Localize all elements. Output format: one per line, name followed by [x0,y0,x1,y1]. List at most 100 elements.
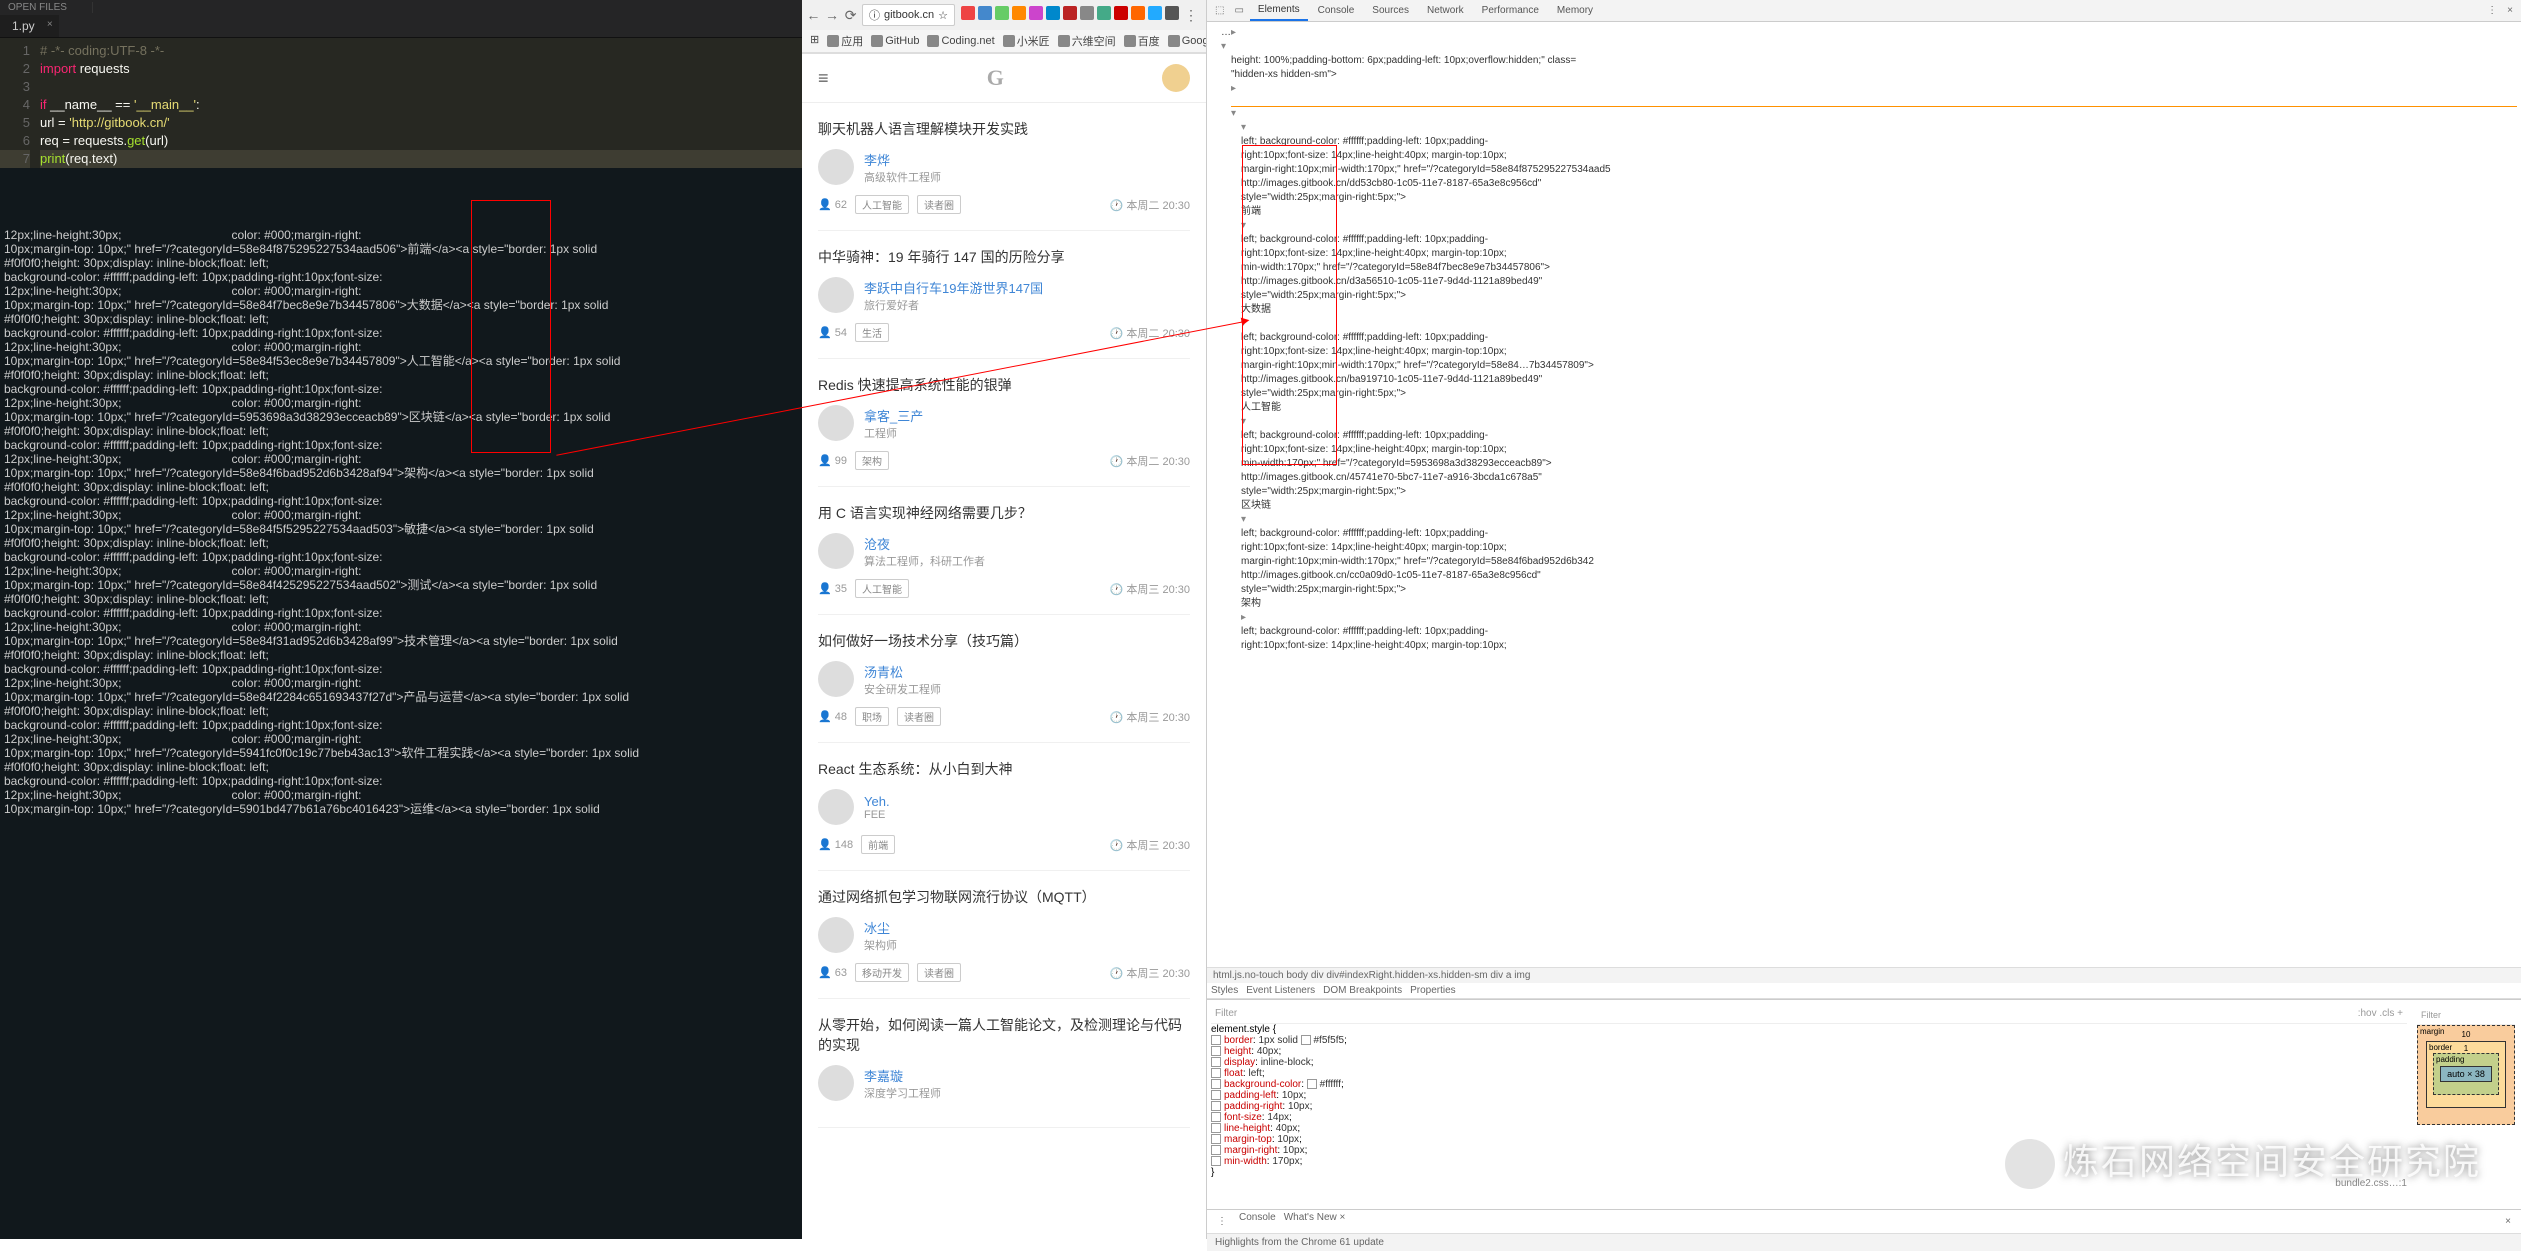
tab-memory[interactable]: Memory [1549,1,1601,20]
article-card[interactable]: 从零开始，如何阅读一篇人工智能论文，及检测理论与代码的实现李嘉璇深度学习工程师 [818,999,1190,1128]
filter-label[interactable]: Filter [1215,1008,1237,1019]
bookmark-star-icon[interactable]: ☆ [938,9,948,22]
article-card[interactable]: React 生态系统：从小白到大神Yeh.FEE👤 148前端🕐 本周三 20:… [818,743,1190,871]
dom-node-line[interactable]: right:10px;font-size: 14px;line-height:4… [1211,149,2517,163]
device-icon[interactable]: ▭ [1230,1,1247,20]
css-rule[interactable]: padding-right: 10px; [1211,1101,2407,1112]
category-tag[interactable]: 职场 [855,707,889,726]
css-rule[interactable]: float: left; [1211,1068,2407,1079]
bookmark-item[interactable]: GitHub [871,33,919,49]
author-avatar[interactable] [818,533,854,569]
author-name[interactable]: 沧夜 [864,534,985,553]
article-card[interactable]: 聊天机器人语言理解模块开发实践李烨高级软件工程师👤 62人工智能读者圈🕐 本周二… [818,103,1190,231]
filter-actions[interactable]: :hov .cls + [2358,1008,2403,1019]
css-rule[interactable]: display: inline-block; [1211,1057,2407,1068]
author-avatar[interactable] [818,661,854,697]
bookmark-item[interactable]: 六维空间 [1058,33,1116,49]
ext-icon[interactable] [1114,6,1128,20]
css-rule[interactable]: margin-top: 10px; [1211,1134,2407,1145]
dom-node-line[interactable]: style="width:25px;margin-right:5px;"> [1211,191,2517,205]
dom-node-line[interactable]: style="width:25px;margin-right:5px;"> [1211,583,2517,597]
dom-node-line[interactable]: min-width:170px;" href="/?categoryId=58e… [1211,261,2517,275]
css-rule[interactable]: font-size: 14px; [1211,1112,2407,1123]
dom-node-line[interactable]: http://images.gitbook.cn/cc0a09d0-1c05-1… [1211,569,2517,583]
dom-node-line[interactable]: ▸ [1211,82,2517,96]
ext-icon[interactable] [961,6,975,20]
dom-breakpoints-tab[interactable]: DOM Breakpoints [1323,985,1402,996]
dom-node-line[interactable]: 人工智能 [1211,401,2517,415]
author-name[interactable]: 冰尘 [864,918,897,937]
styles-tab[interactable]: Styles [1211,985,1238,996]
dom-node-line[interactable]: style="width:25px;margin-right:5px;"> [1211,485,2517,499]
ext-icon[interactable] [1012,6,1026,20]
box-model[interactable]: Filter margin 10 border 1 padding auto ×… [2411,1000,2521,1209]
ext-icon[interactable] [1165,6,1179,20]
ext-icon[interactable] [1080,6,1094,20]
css-rule[interactable]: padding-left: 10px; [1211,1090,2407,1101]
author-avatar[interactable] [818,917,854,953]
extra-tag[interactable]: 读者圈 [897,707,941,726]
dom-node-line[interactable]: margin-right:10px;min-width:170px;" href… [1211,359,2517,373]
extra-tag[interactable]: 读者圈 [917,963,961,982]
dom-node-line[interactable]: style="width:25px;margin-right:5px;"> [1211,387,2517,401]
author-avatar[interactable] [818,277,854,313]
dom-node-line[interactable]: min-width:170px;" href="/?categoryId=595… [1211,457,2517,471]
gitbook-logo[interactable]: G [987,65,1004,91]
article-card[interactable]: 用 C 语言实现神经网络需要几步？沧夜算法工程师，科研工作者👤 35人工智能🕐 … [818,487,1190,615]
dom-node-line[interactable]: ▸ [1211,611,2517,625]
tab-performance[interactable]: Performance [1474,1,1547,20]
inspect-icon[interactable]: ⬚ [1211,1,1228,20]
dom-node-line[interactable]: right:10px;font-size: 14px;line-height:4… [1211,639,2517,653]
code-body[interactable]: # -*- coding:UTF-8 -*- import requests i… [40,38,802,168]
css-rule[interactable]: background-color: #ffffff; [1211,1079,2407,1090]
article-card[interactable]: 中华骑神：19 年骑行 147 国的历险分享李跃中自行车19年游世界147国旅行… [818,231,1190,359]
css-rule[interactable]: min-width: 170px; [1211,1156,2407,1167]
category-tag[interactable]: 生活 [855,323,889,342]
bookmark-item[interactable]: Coding.net [927,33,994,49]
tab-network[interactable]: Network [1419,1,1472,20]
author-name[interactable]: 李跃中自行车19年游世界147国 [864,278,1043,297]
css-rule[interactable]: border: 1px solid #f5f5f5; [1211,1035,2407,1046]
dom-node-line[interactable]: http://images.gitbook.cn/d3a56510-1c05-1… [1211,275,2517,289]
ext-icon[interactable] [978,6,992,20]
bookmark-item[interactable]: 应用 [827,33,863,49]
dom-node-line[interactable]: 前端 [1211,205,2517,219]
nav-forward-icon[interactable]: → [825,6,840,24]
elements-tree[interactable]: ▸… ▾height: 100%;padding-bottom: 6px;pad… [1207,22,2521,967]
article-card[interactable]: Redis 快速提高系统性能的银弹拿客_三产工程师👤 99架构🕐 本周二 20:… [818,359,1190,487]
address-bar[interactable]: ⓘ gitbook.cn ☆ [862,4,955,26]
dom-node-line[interactable]: left; background-color: #ffffff;padding-… [1211,331,2517,345]
category-tag[interactable]: 人工智能 [855,579,909,598]
ext-icon[interactable] [1148,6,1162,20]
css-rule[interactable]: margin-right: 10px; [1211,1145,2407,1156]
close-icon[interactable]: × [47,19,53,30]
dom-node-line[interactable]: ▾ [1211,415,2517,429]
dom-node-line[interactable]: margin-right:10px;min-width:170px;" href… [1211,555,2517,569]
nav-reload-icon[interactable]: ⟳ [843,6,858,24]
dom-node-line[interactable]: 区块链 [1211,499,2517,513]
tab-elements[interactable]: Elements [1250,0,1308,21]
dom-node-line[interactable]: http://images.gitbook.cn/45741e70-5bc7-1… [1211,471,2517,485]
dom-node-line[interactable]: http://images.gitbook.cn/dd53cb80-1c05-1… [1211,177,2517,191]
author-name[interactable]: 拿客_三产 [864,406,923,425]
category-tag[interactable]: 人工智能 [855,195,909,214]
category-tag[interactable]: 移动开发 [855,963,909,982]
author-avatar[interactable] [818,149,854,185]
author-avatar[interactable] [818,789,854,825]
dom-node-line[interactable]: margin-right:10px;min-width:170px;" href… [1211,163,2517,177]
dom-node-line[interactable]: left; background-color: #ffffff;padding-… [1211,625,2517,639]
nav-back-icon[interactable]: ← [806,6,821,24]
user-avatar[interactable] [1162,64,1190,92]
dom-node-line[interactable]: ▾ [1211,107,2517,121]
dom-node-line[interactable]: height: 100%;padding-bottom: 6px;padding… [1211,54,2517,68]
apps-icon[interactable]: ⊞ [810,33,819,49]
dom-node-line[interactable]: left; background-color: #ffffff;padding-… [1211,135,2517,149]
ext-icon[interactable] [995,6,1009,20]
ext-icon[interactable] [1131,6,1145,20]
author-avatar[interactable] [818,1065,854,1101]
dom-node-line[interactable]: style="width:25px;margin-right:5px;"> [1211,289,2517,303]
article-card[interactable]: 如何做好一场技术分享（技巧篇）汤青松安全研发工程师👤 48职场读者圈🕐 本周三 … [818,615,1190,743]
source-link[interactable]: bundle2.css…:1 [1211,1178,2407,1189]
author-avatar[interactable] [818,405,854,441]
ext-icon[interactable] [1029,6,1043,20]
